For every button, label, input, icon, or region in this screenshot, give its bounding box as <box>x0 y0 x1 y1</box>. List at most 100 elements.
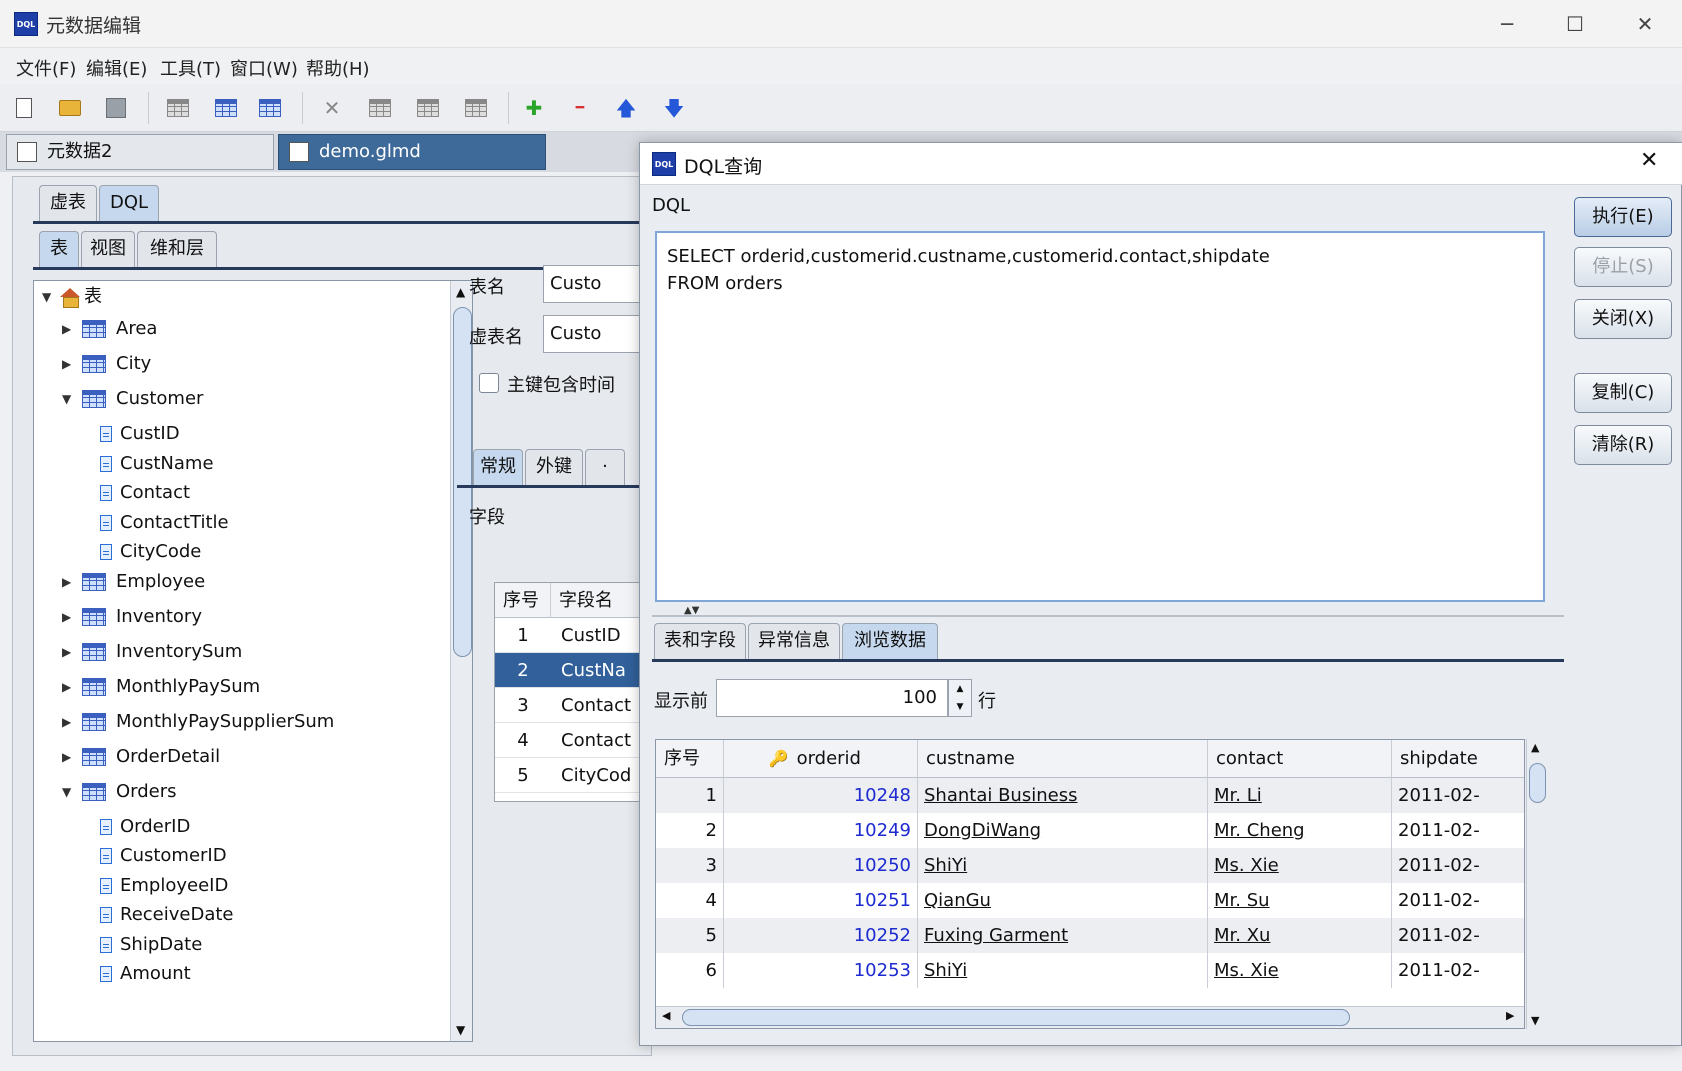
expand-arrow-icon[interactable]: ▶ <box>62 350 71 378</box>
result-vertical-scrollbar[interactable]: ▲ ▼ <box>1526 739 1548 1029</box>
dialog-close-icon[interactable]: ✕ <box>1640 148 1658 173</box>
tab-tables[interactable]: 表 <box>39 231 79 267</box>
collapse-arrow-icon[interactable]: ▼ <box>62 385 71 413</box>
scroll-up-icon[interactable]: ▲ <box>1531 741 1539 754</box>
scroll-down-icon[interactable]: ▼ <box>456 1023 465 1037</box>
table-icon <box>82 712 106 731</box>
tab-dql[interactable]: DQL <box>99 185 159 221</box>
column-header-orderid[interactable]: 🔑 orderid <box>724 740 918 778</box>
result-row[interactable]: 5 10252 Fuxing Garment Mr. Xu 2011-02- <box>656 918 1524 953</box>
horizontal-scroll-thumb[interactable] <box>682 1009 1350 1026</box>
copy-icon[interactable] <box>366 94 394 122</box>
scroll-left-icon[interactable]: ◀ <box>662 1009 670 1022</box>
pk-time-checkbox[interactable] <box>479 373 499 393</box>
scroll-thumb[interactable] <box>453 307 472 657</box>
scroll-right-icon[interactable]: ▶ <box>1506 1009 1514 1022</box>
column-header-shipdate[interactable]: shipdate <box>1392 740 1524 778</box>
add-table-icon[interactable] <box>212 94 240 122</box>
main-titlebar: DQL 元数据编辑 ─ ☐ ✕ <box>0 0 1682 48</box>
delete-icon[interactable]: ✕ <box>318 94 346 122</box>
expand-arrow-icon[interactable]: ▶ <box>62 743 71 771</box>
row-limit-input[interactable]: 100 <box>716 679 948 717</box>
table-icon <box>82 642 106 661</box>
field-seq: 2 <box>517 660 529 681</box>
save-icon[interactable] <box>102 94 130 122</box>
tab-dimensions[interactable]: 维和层 <box>137 231 217 267</box>
move-up-icon[interactable]: 🡅 <box>612 94 640 122</box>
result-horizontal-scrollbar[interactable]: ◀ ▶ <box>656 1006 1524 1028</box>
splitter[interactable] <box>652 615 1564 617</box>
menu-window[interactable]: 窗口(W) <box>230 55 298 81</box>
result-table[interactable]: 序号 🔑 orderid custname contact shipdate 11… <box>655 739 1525 1029</box>
column-header-contact[interactable]: contact <box>1208 740 1392 778</box>
cell-contact-text: Mr. Li <box>1214 785 1262 806</box>
expand-arrow-icon[interactable]: ▶ <box>62 673 71 701</box>
cell-contact: Mr. Su <box>1208 883 1392 918</box>
result-row[interactable]: 2 10249 DongDiWang Mr. Cheng 2011-02- <box>656 813 1524 848</box>
open-folder-icon[interactable] <box>56 94 84 122</box>
add-icon[interactable]: ✚ <box>520 94 548 122</box>
menu-file[interactable]: 文件(F) <box>16 55 76 81</box>
dql-editor[interactable]: SELECT orderid,customerid.custname,custo… <box>655 231 1545 602</box>
remove-icon[interactable]: ━ <box>566 94 594 122</box>
tab-tables-fields[interactable]: 表和字段 <box>654 623 746 659</box>
table-icon <box>82 677 106 696</box>
tab-general[interactable]: 常规 <box>473 449 523 485</box>
table-tree[interactable]: ▼ 表 ▶ Area ▶ City ▼ Customer CustID CustName Con… <box>33 280 473 1042</box>
cell-orderid-text: 10249 <box>853 820 911 841</box>
move-down-icon[interactable]: 🡇 <box>660 94 688 122</box>
menu-tools[interactable]: 工具(T) <box>160 55 221 81</box>
expand-arrow-icon[interactable]: ▶ <box>62 708 71 736</box>
expand-arrow-icon[interactable]: ▶ <box>62 568 71 596</box>
row-limit-spinner[interactable]: ▲ ▼ <box>948 679 972 717</box>
table-icon <box>82 782 106 801</box>
add-table-2-icon[interactable] <box>256 94 284 122</box>
expand-arrow-icon[interactable]: ▶ <box>62 315 71 343</box>
scroll-thumb[interactable] <box>1529 763 1546 803</box>
expand-arrow-icon[interactable]: ▶ <box>62 638 71 666</box>
maximize-button[interactable]: ☐ <box>1550 8 1600 40</box>
stop-button[interactable]: 停止(S) <box>1574 247 1672 287</box>
column-header-seq[interactable]: 序号 <box>656 740 724 778</box>
tab-error-info[interactable]: 异常信息 <box>748 623 840 659</box>
tab-foreign-key[interactable]: 外键 <box>525 449 583 485</box>
result-row[interactable]: 6 10253 ShiYi Ms. Xie 2011-02- <box>656 953 1524 988</box>
scroll-up-icon[interactable]: ▲ <box>456 285 465 299</box>
scroll-down-icon[interactable]: ▼ <box>1531 1014 1539 1027</box>
doc-tab-metadata2[interactable]: 元数据2 <box>6 134 274 170</box>
collapse-arrow-icon[interactable]: ▼ <box>42 283 51 311</box>
collapse-arrow-icon[interactable]: ▼ <box>62 778 71 806</box>
table-gray-2-icon[interactable] <box>462 94 490 122</box>
field-icon <box>100 426 112 442</box>
field-icon <box>100 818 112 835</box>
tree-item-label: ReceiveDate <box>120 904 234 925</box>
tab-more[interactable]: · <box>585 449 625 485</box>
tree-vertical-scrollbar[interactable]: ▲ ▼ <box>450 281 472 1041</box>
result-row[interactable]: 1 10248 Shantai Business Mr. Li 2011-02- <box>656 778 1524 813</box>
fields-header-seq[interactable]: 序号 <box>495 583 551 618</box>
expand-arrow-icon[interactable]: ▶ <box>62 603 71 631</box>
menu-edit[interactable]: 编辑(E) <box>86 55 147 81</box>
field-name: CustID <box>561 625 621 646</box>
close-window-button[interactable]: ✕ <box>1620 8 1670 40</box>
new-icon[interactable] <box>10 94 38 122</box>
table-gray-icon[interactable] <box>414 94 442 122</box>
tab-views[interactable]: 视图 <box>81 231 135 267</box>
tab-browse-data[interactable]: 浏览数据 <box>842 623 938 659</box>
cell-custname-text: QianGu <box>924 890 991 911</box>
column-header-custname[interactable]: custname <box>918 740 1208 778</box>
tab-virtual-table[interactable]: 虚表 <box>39 185 97 221</box>
minimize-button[interactable]: ─ <box>1482 8 1532 40</box>
clear-button[interactable]: 清除(R) <box>1574 425 1672 465</box>
cell-contact: Mr. Cheng <box>1208 813 1392 848</box>
table-icon[interactable] <box>164 94 192 122</box>
result-row[interactable]: 3 10250 ShiYi Ms. Xie 2011-02- <box>656 848 1524 883</box>
cell-custname-text: ShiYi <box>924 855 968 876</box>
doc-tab-demo-glmd[interactable]: demo.glmd <box>278 134 546 170</box>
close-button[interactable]: 关闭(X) <box>1574 299 1672 339</box>
copy-button[interactable]: 复制(C) <box>1574 373 1672 413</box>
menu-help[interactable]: 帮助(H) <box>306 55 370 81</box>
result-row[interactable]: 4 10251 QianGu Mr. Su 2011-02- <box>656 883 1524 918</box>
execute-button[interactable]: 执行(E) <box>1574 197 1672 237</box>
field-icon <box>100 455 112 472</box>
